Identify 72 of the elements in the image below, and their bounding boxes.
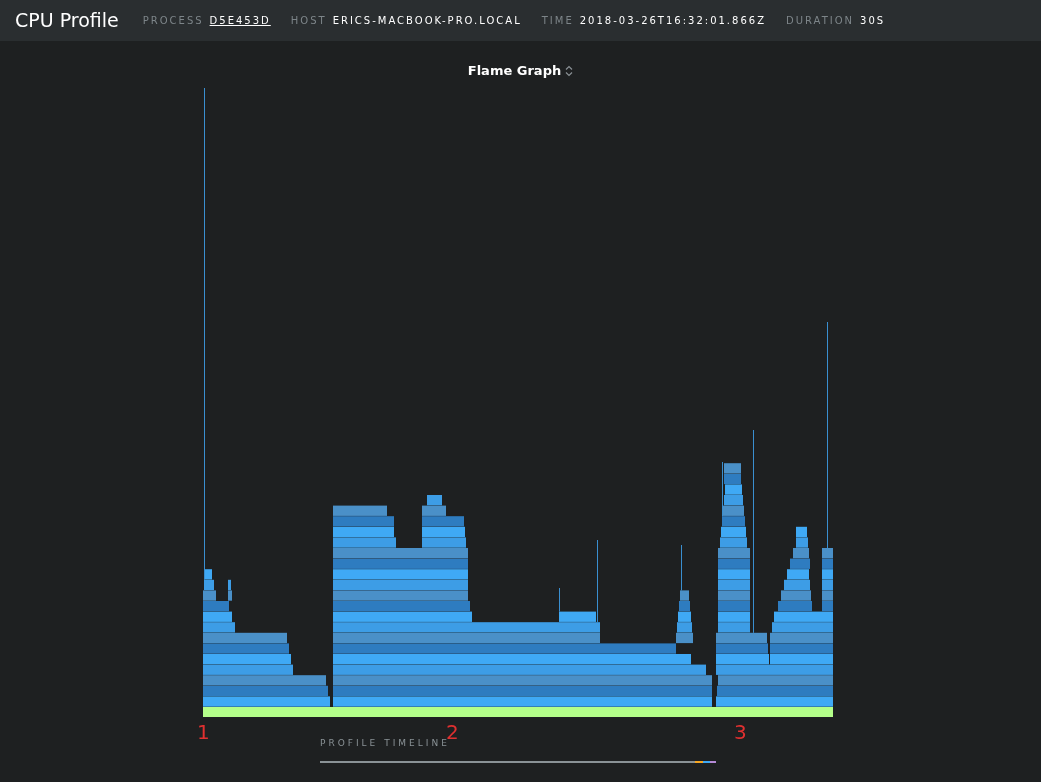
flame-bar[interactable] — [676, 632, 693, 644]
flame-bar[interactable] — [793, 548, 807, 559]
flame-bar[interactable] — [333, 611, 472, 622]
flame-bar[interactable] — [716, 632, 767, 644]
flame-bar[interactable] — [203, 696, 330, 707]
flame-bar[interactable] — [559, 611, 596, 622]
meta-label: TIME — [541, 14, 574, 28]
flame-bar[interactable] — [228, 579, 231, 591]
meta-value: ERICS-MACBOOK-PRO.LOCAL — [332, 14, 522, 28]
flame-bar[interactable] — [333, 622, 600, 633]
flame-bar[interactable] — [716, 664, 770, 675]
flame-bar[interactable] — [718, 611, 750, 622]
flame-bar[interactable] — [203, 611, 232, 622]
flame-bar[interactable] — [427, 495, 442, 506]
flame-bar[interactable] — [333, 569, 468, 580]
flame-bar[interactable] — [770, 664, 833, 675]
meta-value: 30S — [860, 14, 886, 28]
flame-bar[interactable] — [678, 611, 691, 622]
view-selector[interactable]: Flame Graph — [467, 61, 574, 81]
meta-label: PROCESS — [142, 14, 204, 28]
flame-bar[interactable] — [333, 664, 706, 675]
meta-label: HOST — [290, 14, 327, 28]
flame-bar[interactable] — [718, 569, 750, 580]
flame-bar[interactable] — [716, 696, 833, 707]
flame-bar[interactable] — [822, 548, 833, 559]
meta-value: 2018-03-26T16:32:01.866Z — [579, 14, 766, 28]
flame-bar[interactable] — [774, 611, 822, 622]
chevron-updown-icon — [565, 64, 574, 77]
flame-bar[interactable] — [677, 622, 692, 633]
flame-bar[interactable] — [333, 579, 468, 591]
timeline-track[interactable] — [320, 760, 716, 763]
flame-bar[interactable] — [822, 611, 833, 622]
flame-bar[interactable] — [822, 579, 833, 591]
flame-bar[interactable] — [203, 632, 287, 644]
flame-bar[interactable] — [822, 569, 833, 580]
flame-bar[interactable] — [203, 622, 235, 633]
process-link[interactable]: D5E453D — [209, 13, 271, 28]
flame-bar[interactable] — [770, 654, 831, 665]
flame-bar[interactable] — [422, 505, 446, 516]
flame-bar[interactable] — [203, 664, 293, 675]
flame-bar[interactable] — [799, 526, 805, 538]
flame-bar[interactable] — [333, 696, 712, 707]
flame-bar[interactable] — [203, 654, 291, 665]
flame-bar[interactable] — [333, 675, 712, 686]
flame-bar[interactable] — [724, 463, 741, 474]
flame-bar[interactable] — [770, 632, 827, 644]
flame-bar[interactable] — [772, 622, 822, 633]
flame-bar[interactable] — [716, 654, 769, 665]
annotation-number: 3 — [734, 722, 747, 742]
flame-bar[interactable] — [333, 505, 387, 516]
flame-bar[interactable] — [718, 579, 750, 591]
flame-bar[interactable] — [718, 548, 750, 559]
flame-bar[interactable] — [333, 632, 600, 644]
page-title: CPU Profile — [15, 8, 119, 34]
flame-bar[interactable] — [718, 622, 750, 633]
flame-bar[interactable] — [827, 632, 833, 644]
flame-bar[interactable] — [724, 495, 743, 506]
annotation-number: 1 — [197, 722, 210, 742]
flame-bar[interactable] — [205, 569, 212, 580]
flame-bar[interactable] — [203, 675, 326, 686]
flame-bar[interactable] — [422, 526, 465, 538]
meta-label: DURATION — [786, 14, 855, 28]
flame-bar[interactable] — [333, 548, 468, 559]
flame-bar[interactable] — [333, 526, 393, 538]
flame-bar[interactable] — [787, 569, 809, 580]
flame-bar[interactable] — [784, 579, 810, 591]
flame-bar[interactable] — [204, 579, 214, 591]
flame-bar[interactable] — [725, 484, 742, 495]
flame-bar[interactable] — [721, 526, 746, 538]
flame-bar[interactable] — [718, 675, 833, 686]
flame-bar[interactable] — [333, 654, 691, 665]
flame-bar[interactable] — [822, 622, 833, 633]
